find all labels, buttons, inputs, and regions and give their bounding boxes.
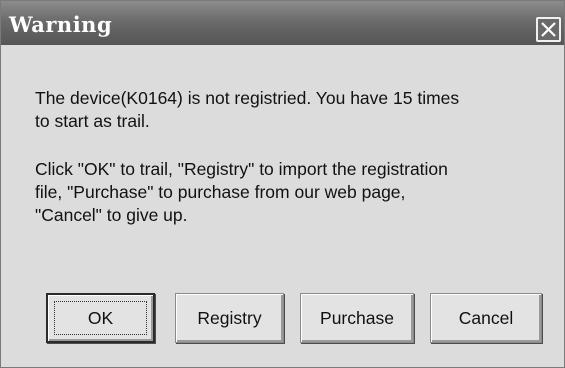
message-text-status: The device(K0164) is not registried. You… xyxy=(35,88,460,131)
warning-dialog: Warning The device(K0164) is not registr… xyxy=(0,0,565,368)
dialog-title: Warning xyxy=(9,12,113,37)
registry-button[interactable]: Registry xyxy=(175,293,284,343)
close-x-icon xyxy=(541,22,556,37)
title-bar[interactable]: Warning xyxy=(1,1,564,45)
message-text-instructions: Click "OK" to trail, "Registry" to impor… xyxy=(35,159,448,225)
registry-button-label: Registry xyxy=(197,308,262,328)
purchase-button-label: Purchase xyxy=(320,308,394,328)
ok-button-label: OK xyxy=(87,308,114,328)
cancel-button[interactable]: Cancel xyxy=(430,293,542,343)
ok-button[interactable]: OK xyxy=(46,293,155,343)
purchase-button[interactable]: Purchase xyxy=(300,293,414,343)
cancel-button-label: Cancel xyxy=(458,308,514,328)
close-button[interactable] xyxy=(536,17,561,42)
